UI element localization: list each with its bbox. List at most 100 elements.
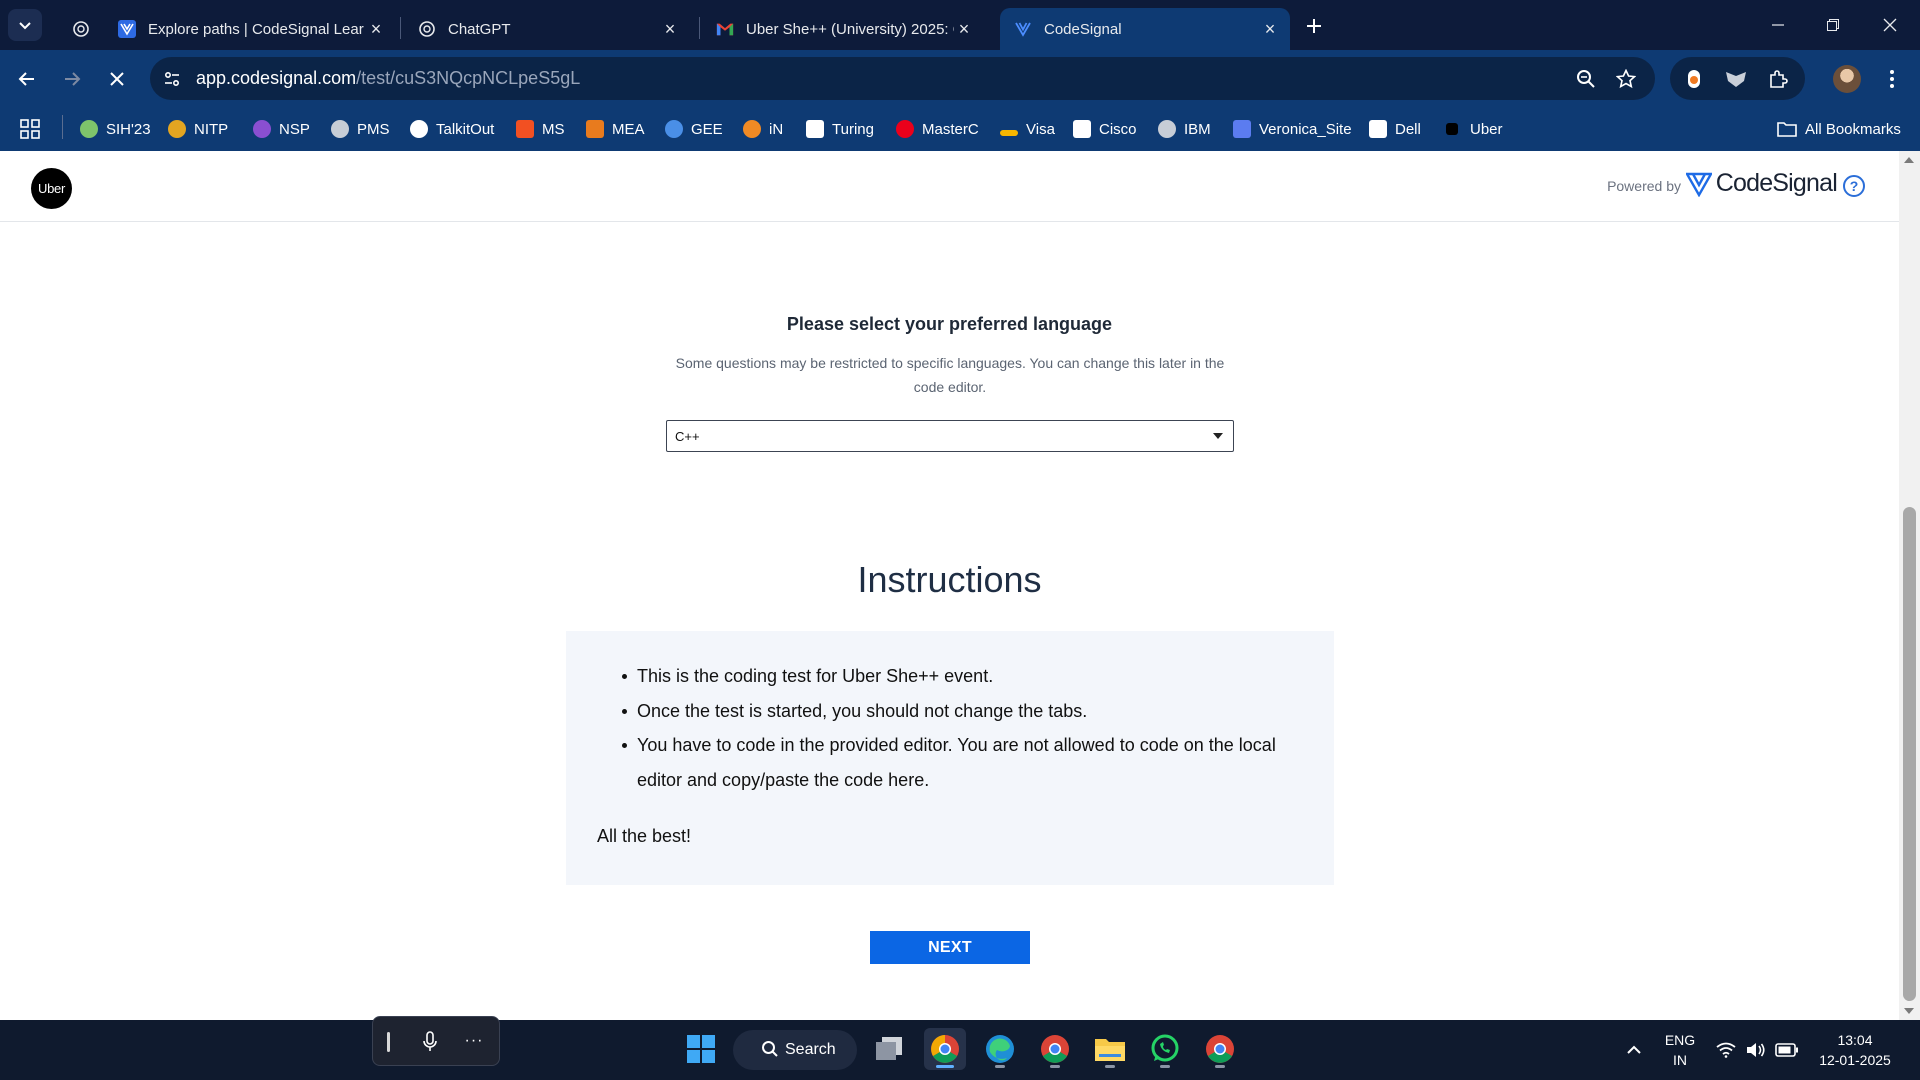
volume-icon[interactable] xyxy=(1744,1020,1768,1080)
stop-loading-button[interactable] xyxy=(100,62,134,96)
bookmark-mea[interactable]: MEA xyxy=(586,116,645,142)
close-icon[interactable]: × xyxy=(366,19,386,39)
language-subtitle: Some questions may be restricted to spec… xyxy=(675,355,1225,395)
scroll-up-arrow-icon[interactable] xyxy=(1904,157,1914,163)
taskbar-whatsapp[interactable] xyxy=(1144,1028,1186,1070)
scroll-thumb[interactable] xyxy=(1903,507,1916,1001)
taskbar-chrome-second[interactable] xyxy=(1199,1028,1241,1070)
close-icon[interactable]: × xyxy=(660,19,680,39)
plus-icon xyxy=(1307,19,1321,33)
bookmark-gee[interactable]: GEE xyxy=(665,116,723,142)
extension-shield-icon[interactable] xyxy=(1724,67,1748,91)
wifi-icon[interactable] xyxy=(1714,1020,1738,1080)
next-button[interactable]: NEXT xyxy=(870,931,1030,964)
page-header: Uber Powered by CodeSignal ? xyxy=(0,151,1899,222)
microphone-icon[interactable] xyxy=(418,1030,442,1054)
bookmark-visa[interactable]: Visa xyxy=(1000,116,1055,142)
puzzle-icon[interactable] xyxy=(1766,67,1790,91)
help-icon[interactable]: ? xyxy=(1843,175,1865,197)
codesignal-logo[interactable]: CodeSignal xyxy=(1685,169,1838,198)
system-clock[interactable]: 13:04 12-01-2025 xyxy=(1810,1030,1900,1070)
drag-handle[interactable] xyxy=(387,1032,390,1052)
visa-icon xyxy=(1000,130,1018,136)
profile-avatar[interactable] xyxy=(1833,65,1861,93)
more-options-icon[interactable]: ··· xyxy=(461,1029,487,1053)
tab-codesignal-active[interactable]: CodeSignal × xyxy=(1000,8,1290,50)
codesignal-icon xyxy=(1014,20,1032,38)
bookmark-nitp[interactable]: NITP xyxy=(168,116,228,142)
tab-chatgpt[interactable]: ChatGPT × xyxy=(404,8,690,50)
restore-button[interactable] xyxy=(1818,10,1848,40)
tab-title: Uber She++ (University) 2025: C xyxy=(746,20,954,38)
page-scrollbar[interactable] xyxy=(1899,151,1920,1020)
tab-gmail[interactable]: Uber She++ (University) 2025: C × xyxy=(702,8,984,50)
bookmark-cisco[interactable]: Cisco xyxy=(1073,116,1137,142)
close-icon[interactable]: × xyxy=(954,19,974,39)
tab-search-button[interactable] xyxy=(8,9,42,41)
zoom-icon[interactable] xyxy=(1574,67,1598,91)
tab-pinned-chatgpt[interactable] xyxy=(58,8,104,50)
extension-orange-icon[interactable] xyxy=(1682,67,1706,91)
running-indicator xyxy=(1050,1065,1060,1068)
bookmark-ms[interactable]: MS xyxy=(516,116,565,142)
windows-taskbar: Search ENG IN 13:04 12-01-2025 xyxy=(0,1020,1920,1080)
battery-icon[interactable] xyxy=(1774,1020,1800,1080)
back-button[interactable] xyxy=(10,62,44,96)
close-icon xyxy=(110,72,124,86)
minimize-button[interactable] xyxy=(1763,10,1793,40)
bookmark-turing[interactable]: Turing xyxy=(806,116,874,142)
close-window-button[interactable] xyxy=(1875,10,1905,40)
bookmark-label: iN xyxy=(769,120,784,138)
bookmark-dell[interactable]: Dell xyxy=(1369,116,1421,142)
tab-explore-paths[interactable]: Explore paths | CodeSignal Lear × xyxy=(104,8,396,50)
task-view-button[interactable] xyxy=(868,1028,910,1070)
star-icon[interactable] xyxy=(1614,67,1638,91)
all-bookmarks-button[interactable]: All Bookmarks xyxy=(1777,116,1901,142)
bookmark-label: SIH'23 xyxy=(106,120,151,138)
language-select[interactable]: C++ xyxy=(666,420,1234,452)
bookmark-veronica-site[interactable]: Veronica_Site xyxy=(1233,116,1352,142)
instructions-list: This is the coding test for Uber She++ e… xyxy=(622,659,1307,797)
codesignal-page: Uber Powered by CodeSignal ? Please sele… xyxy=(0,151,1899,1020)
forward-button[interactable] xyxy=(55,62,89,96)
close-icon[interactable]: × xyxy=(1260,19,1280,39)
bookmark-label: GEE xyxy=(691,120,723,138)
in-icon xyxy=(743,120,761,138)
arrow-right-icon xyxy=(65,72,81,86)
url-text[interactable]: app.codesignal.com/test/cuS3NQcpNCLpeS5g… xyxy=(196,68,580,89)
scroll-down-arrow-icon[interactable] xyxy=(1904,1008,1914,1014)
show-hidden-icons-button[interactable] xyxy=(1620,1020,1648,1080)
running-indicator xyxy=(995,1065,1005,1068)
new-tab-button[interactable] xyxy=(1300,12,1328,40)
address-bar[interactable]: app.codesignal.com/test/cuS3NQcpNCLpeS5g… xyxy=(150,57,1655,100)
chevron-up-icon xyxy=(1627,1045,1641,1054)
bookmark-masterc[interactable]: MasterC xyxy=(896,116,979,142)
bookmark-uber[interactable]: Uber xyxy=(1446,116,1503,142)
dell-icon xyxy=(1369,120,1387,138)
globe-icon xyxy=(1158,120,1176,138)
taskbar-chrome-active[interactable] xyxy=(924,1028,966,1070)
bookmark-pms[interactable]: PMS xyxy=(331,116,390,142)
bookmark-in[interactable]: iN xyxy=(743,116,783,142)
voice-typing-widget: ··· xyxy=(372,1016,500,1066)
apps-button[interactable] xyxy=(20,116,40,142)
bookmark-sih-23[interactable]: SIH'23 xyxy=(80,116,151,142)
taskbar-search[interactable]: Search xyxy=(733,1030,857,1070)
windows-logo-icon xyxy=(687,1035,715,1063)
input-language-indicator[interactable]: ENG IN xyxy=(1660,1030,1700,1070)
bookmark-talkitout[interactable]: TalkitOut xyxy=(410,116,494,142)
all-bookmarks-label: All Bookmarks xyxy=(1805,120,1901,138)
language-select-value: C++ xyxy=(675,429,700,444)
extensions-group xyxy=(1670,57,1805,100)
start-button[interactable] xyxy=(680,1028,722,1070)
taskbar-file-explorer[interactable] xyxy=(1089,1028,1131,1070)
taskbar-edge[interactable] xyxy=(979,1028,1021,1070)
menu-button[interactable] xyxy=(1880,64,1904,94)
taskbar-chrome-profile[interactable] xyxy=(1034,1028,1076,1070)
bookmark-ibm[interactable]: IBM xyxy=(1158,116,1211,142)
bookmark-label: TalkitOut xyxy=(436,120,495,138)
bookmark-nsp[interactable]: NSP xyxy=(253,116,310,142)
site-info-icon[interactable] xyxy=(160,67,184,91)
site-icon xyxy=(1233,120,1251,138)
arrow-left-icon xyxy=(18,72,34,86)
